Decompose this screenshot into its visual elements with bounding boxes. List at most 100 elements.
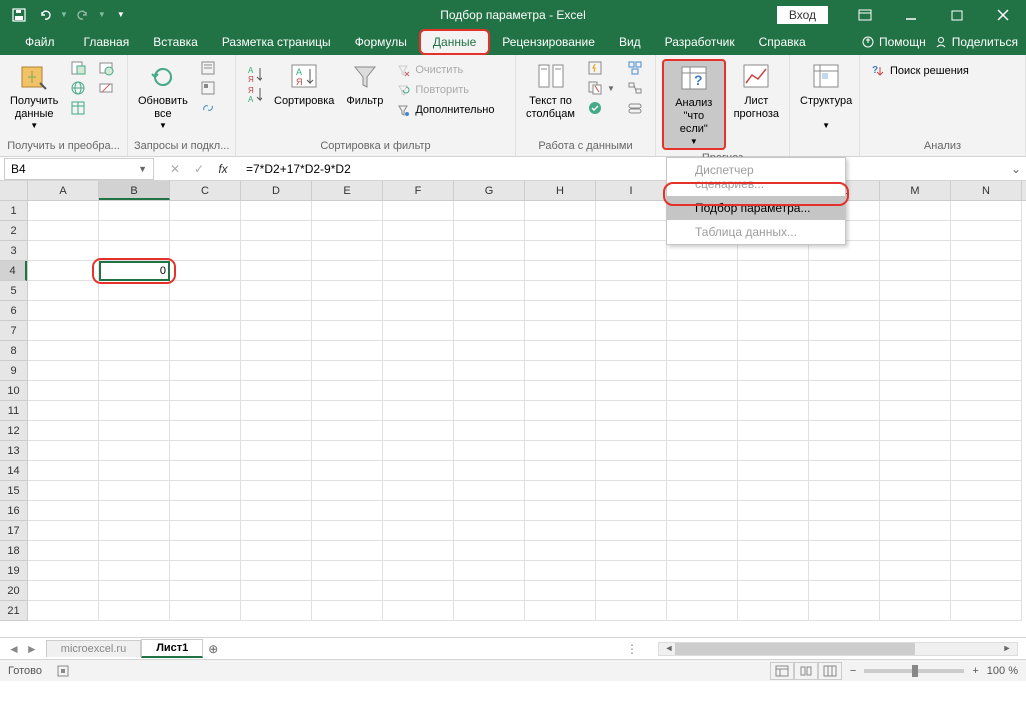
cell-G4[interactable] — [454, 261, 525, 281]
cell-A19[interactable] — [28, 561, 99, 581]
cell-L16[interactable] — [809, 501, 880, 521]
redo-icon[interactable] — [72, 4, 94, 26]
cell-I21[interactable] — [596, 601, 667, 621]
cell-M11[interactable] — [880, 401, 951, 421]
cell-E13[interactable] — [312, 441, 383, 461]
cell-A21[interactable] — [28, 601, 99, 621]
cell-H14[interactable] — [525, 461, 596, 481]
normal-view-icon[interactable] — [770, 662, 794, 680]
cell-A11[interactable] — [28, 401, 99, 421]
cell-E3[interactable] — [312, 241, 383, 261]
cell-G6[interactable] — [454, 301, 525, 321]
cell-N17[interactable] — [951, 521, 1022, 541]
cell-M16[interactable] — [880, 501, 951, 521]
from-text-icon[interactable] — [66, 59, 90, 77]
cell-J15[interactable] — [667, 481, 738, 501]
sheet-tab-active[interactable]: Лист1 — [141, 639, 203, 658]
cell-I13[interactable] — [596, 441, 667, 461]
cell-H13[interactable] — [525, 441, 596, 461]
row-header-16[interactable]: 16 — [0, 501, 27, 521]
from-web-icon[interactable] — [66, 79, 90, 97]
cell-K18[interactable] — [738, 541, 809, 561]
sort-button[interactable]: AЯ Сортировка — [270, 59, 338, 110]
cell-M18[interactable] — [880, 541, 951, 561]
cell-M10[interactable] — [880, 381, 951, 401]
cell-H5[interactable] — [525, 281, 596, 301]
cell-N21[interactable] — [951, 601, 1022, 621]
cell-M20[interactable] — [880, 581, 951, 601]
col-header-I[interactable]: I — [596, 181, 667, 200]
cell-F2[interactable] — [383, 221, 454, 241]
cell-I18[interactable] — [596, 541, 667, 561]
cell-L12[interactable] — [809, 421, 880, 441]
cell-L15[interactable] — [809, 481, 880, 501]
col-header-C[interactable]: C — [170, 181, 241, 200]
cell-N6[interactable] — [951, 301, 1022, 321]
cell-C16[interactable] — [170, 501, 241, 521]
col-header-A[interactable]: A — [28, 181, 99, 200]
cell-A18[interactable] — [28, 541, 99, 561]
cell-L19[interactable] — [809, 561, 880, 581]
cell-E4[interactable] — [312, 261, 383, 281]
tab-developer[interactable]: Разработчик — [653, 29, 747, 55]
new-sheet-icon[interactable]: ⊕ — [203, 642, 223, 656]
cell-L13[interactable] — [809, 441, 880, 461]
cell-H16[interactable] — [525, 501, 596, 521]
row-header-15[interactable]: 15 — [0, 481, 27, 501]
cell-J20[interactable] — [667, 581, 738, 601]
cell-J17[interactable] — [667, 521, 738, 541]
ribbon-display-icon[interactable] — [842, 0, 888, 29]
data-validation-icon[interactable] — [583, 99, 619, 117]
horizontal-scrollbar[interactable]: ⋮ ◄► — [223, 642, 1026, 656]
cell-L18[interactable] — [809, 541, 880, 561]
cell-D21[interactable] — [241, 601, 312, 621]
cell-K9[interactable] — [738, 361, 809, 381]
cell-H8[interactable] — [525, 341, 596, 361]
cell-M6[interactable] — [880, 301, 951, 321]
cell-M2[interactable] — [880, 221, 951, 241]
cell-C7[interactable] — [170, 321, 241, 341]
cell-K21[interactable] — [738, 601, 809, 621]
cell-C14[interactable] — [170, 461, 241, 481]
cell-J19[interactable] — [667, 561, 738, 581]
cell-F12[interactable] — [383, 421, 454, 441]
recent-sources-icon[interactable] — [94, 59, 118, 77]
cell-F4[interactable] — [383, 261, 454, 281]
cell-G2[interactable] — [454, 221, 525, 241]
cell-N16[interactable] — [951, 501, 1022, 521]
refresh-all-button[interactable]: Обновить все▼ — [134, 59, 192, 133]
cell-G9[interactable] — [454, 361, 525, 381]
cell-H20[interactable] — [525, 581, 596, 601]
cell-E19[interactable] — [312, 561, 383, 581]
cell-N7[interactable] — [951, 321, 1022, 341]
cell-K11[interactable] — [738, 401, 809, 421]
formula-input[interactable]: =7*D2+17*D2-9*D2 — [240, 158, 1006, 180]
cell-D13[interactable] — [241, 441, 312, 461]
cell-A17[interactable] — [28, 521, 99, 541]
cell-L8[interactable] — [809, 341, 880, 361]
cell-L21[interactable] — [809, 601, 880, 621]
cell-J6[interactable] — [667, 301, 738, 321]
row-header-21[interactable]: 21 — [0, 601, 27, 621]
cell-A15[interactable] — [28, 481, 99, 501]
cell-L9[interactable] — [809, 361, 880, 381]
cell-K20[interactable] — [738, 581, 809, 601]
row-header-2[interactable]: 2 — [0, 221, 27, 241]
cell-F16[interactable] — [383, 501, 454, 521]
cell-K16[interactable] — [738, 501, 809, 521]
cell-K6[interactable] — [738, 301, 809, 321]
cell-B10[interactable] — [99, 381, 170, 401]
cell-A3[interactable] — [28, 241, 99, 261]
cell-I10[interactable] — [596, 381, 667, 401]
signin-button[interactable]: Вход — [777, 6, 828, 24]
cell-B20[interactable] — [99, 581, 170, 601]
cell-J13[interactable] — [667, 441, 738, 461]
advanced-filter-button[interactable]: Дополнительно — [391, 101, 498, 119]
cell-F6[interactable] — [383, 301, 454, 321]
cell-E15[interactable] — [312, 481, 383, 501]
cell-E18[interactable] — [312, 541, 383, 561]
tab-review[interactable]: Рецензирование — [490, 29, 607, 55]
cell-J8[interactable] — [667, 341, 738, 361]
cell-G5[interactable] — [454, 281, 525, 301]
cell-G14[interactable] — [454, 461, 525, 481]
